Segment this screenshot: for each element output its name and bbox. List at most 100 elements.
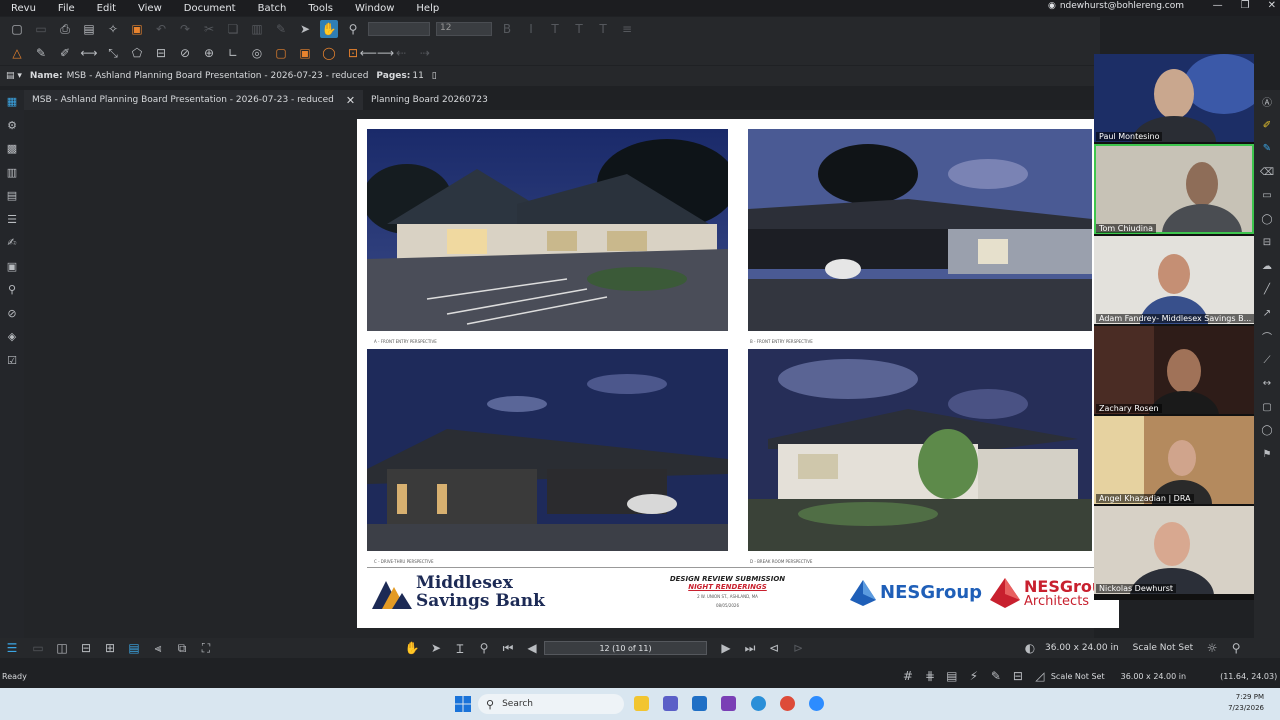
stamp-icon[interactable]: ▣ [128,20,146,38]
arc-tool-icon[interactable]: ⌒ [1254,325,1280,349]
rect-icon[interactable]: ▢ [272,44,290,62]
menu-help[interactable]: Help [405,3,450,14]
menu-file[interactable]: File [47,3,86,14]
signatures-icon[interactable]: ✍ [0,231,24,255]
participant-tile[interactable]: Zachary Rosen [1094,326,1254,414]
radius-icon[interactable]: ⊕ [200,44,218,62]
angle-icon[interactable]: ∟ [224,44,242,62]
count-icon[interactable]: ◎ [248,44,266,62]
text-select-icon[interactable]: Ɪ [451,639,469,657]
bold-icon[interactable]: B [498,20,516,38]
snap-content-icon[interactable]: ▤ [943,667,961,685]
zoom-mode-icon[interactable]: ⚲ [475,639,493,657]
pen-tool-icon[interactable]: ✎ [1254,137,1280,161]
thumbnails-icon[interactable]: ▦ [0,90,24,114]
participant-tile-active-speaker[interactable]: Tom Chiudina [1094,144,1254,234]
layers-icon[interactable]: ☰ [0,208,24,232]
compare-icon[interactable]: ⧉ [173,639,191,657]
measure-icon[interactable]: ◿ [1031,667,1049,685]
highlighter-icon[interactable]: ✐ [56,44,74,62]
menu-tools[interactable]: Tools [297,3,344,14]
windows-start-icon[interactable] [455,696,471,712]
ellipse-tool-icon[interactable]: ◯ [1254,419,1280,443]
bookmarks-icon[interactable]: ▥ [0,161,24,185]
callout-tool-icon[interactable]: ⊟ [1254,231,1280,255]
menu-window[interactable]: Window [344,3,405,14]
tab-planning-board[interactable]: Planning Board 20260723 [363,90,496,110]
select-mode-icon[interactable]: ➤ [427,639,445,657]
text-icon[interactable]: T [546,20,564,38]
pan-mode-icon[interactable]: ✋ [403,639,421,657]
stack-icon[interactable]: ◈ [0,325,24,349]
toolchest-icon[interactable]: ▩ [0,137,24,161]
search-icon[interactable]: ⚲ [0,278,24,302]
continuous-icon[interactable]: ▤ [125,639,143,657]
save-icon[interactable]: ▤ [80,20,98,38]
split-horizontal-icon[interactable]: ⊟ [77,639,95,657]
next-view-icon[interactable]: ⊳ [789,639,807,657]
measure-length-icon[interactable]: ⟷ [80,44,98,62]
undo-icon[interactable]: ↶ [152,20,170,38]
new-icon[interactable]: ▢ [8,20,26,38]
taskbar-search[interactable]: ⚲ Search [478,694,624,714]
participant-tile[interactable]: Nickolas Dewhurst [1094,506,1254,594]
diameter-icon[interactable]: ⊘ [176,44,194,62]
polyline-tool-icon[interactable]: ⟋ [1254,349,1280,373]
magic-icon[interactable]: ✧ [104,20,122,38]
text-strike-icon[interactable]: T [570,20,588,38]
zoom-icon[interactable]: ⚲ [344,20,362,38]
document-icon[interactable]: ▤ ▾ [6,71,22,81]
grid-icon[interactable]: # [899,667,917,685]
sync-status-icon[interactable]: ⊟ [1009,667,1027,685]
pan-icon[interactable]: ✋ [320,20,338,38]
rectangle-tool-icon[interactable]: ▢ [1254,396,1280,420]
reflow-icon[interactable]: ⫷ [149,639,167,657]
dimension-tool-icon[interactable]: ↔ [1254,372,1280,396]
links-icon[interactable]: ⊘ [0,302,24,326]
highlight-icon[interactable]: ✐ [1254,114,1280,138]
contrast-icon[interactable]: ◐ [1021,639,1039,657]
text-sub-icon[interactable]: T [594,20,612,38]
properties-icon[interactable]: ▯ [432,71,437,81]
print-icon[interactable]: ⎙ [56,20,74,38]
prev-page-icon[interactable]: ◀ [523,639,541,657]
text-tool-icon[interactable]: Ⓐ [1254,90,1280,114]
list-icon[interactable]: ☰ [3,639,21,657]
participant-tile[interactable]: Paul Montesino [1094,54,1254,142]
zoom-app-icon[interactable] [809,696,824,711]
menu-view[interactable]: View [127,3,173,14]
split-vertical-icon[interactable]: ◫ [53,639,71,657]
menu-revu[interactable]: Revu [0,3,47,14]
arrow-tool-icon[interactable]: ↗ [1254,302,1280,326]
eraser-icon[interactable]: ⌫ [1254,161,1280,185]
font-size-select[interactable]: 12 [436,22,492,36]
chrome-icon[interactable] [780,696,795,711]
open-icon[interactable]: ▭ [32,20,50,38]
teams-icon[interactable] [663,696,678,711]
perimeter-icon[interactable]: ⊟ [152,44,170,62]
bell-icon[interactable]: △ [8,44,26,62]
file-access-icon[interactable]: ▤ [0,184,24,208]
menu-batch[interactable]: Batch [247,3,298,14]
close-icon[interactable]: ✕ [1268,0,1276,11]
menu-edit[interactable]: Edit [86,3,127,14]
polylength-icon[interactable]: ⤡ [104,44,122,62]
participant-tile[interactable]: Adam Fandrey- Middlesex Savings B... [1094,236,1254,324]
line-tool-icon[interactable]: ╱ [1254,278,1280,302]
cloud-tool-icon[interactable]: ☁ [1254,255,1280,279]
participant-tile[interactable]: Angel Khazadian | DRA [1094,416,1254,504]
ellipse-icon[interactable]: ◯ [320,44,338,62]
flag-tool-icon[interactable]: ⚑ [1254,443,1280,467]
sync-icon[interactable]: ⊞ [101,639,119,657]
brightness-icon[interactable]: ☼ [1203,639,1221,657]
pen-icon[interactable]: ✎ [32,44,50,62]
forms-icon[interactable]: ▣ [0,255,24,279]
stamp-tool-icon[interactable]: ▭ [1254,184,1280,208]
font-family-select[interactable] [368,22,430,36]
snap-markup-icon[interactable]: ⚡ [965,667,983,685]
reuse-icon[interactable]: ✎ [987,667,1005,685]
first-page-icon[interactable]: ⏮ [499,639,517,657]
align-icon[interactable]: ≡ [618,20,636,38]
last-page-icon[interactable]: ⏭ [741,639,759,657]
checklist-icon[interactable]: ☑ [0,349,24,373]
